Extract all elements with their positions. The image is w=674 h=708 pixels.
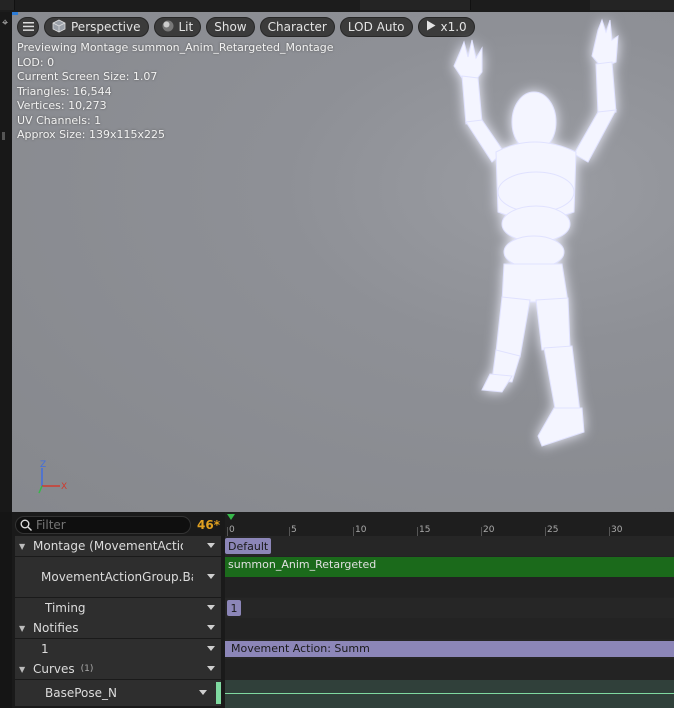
side-handle[interactable] bbox=[2, 132, 5, 140]
ruler-tick bbox=[609, 527, 610, 536]
curves-count: (1) bbox=[80, 664, 94, 674]
section-lane[interactable]: Default bbox=[225, 536, 674, 556]
ruler-tick bbox=[289, 527, 290, 536]
notifies-label: Notifies bbox=[33, 621, 79, 635]
ruler-label: 30 bbox=[611, 525, 623, 535]
dropdown-icon[interactable] bbox=[199, 690, 207, 695]
dropdown-icon[interactable] bbox=[207, 666, 215, 671]
playhead-marker-icon[interactable] bbox=[227, 514, 235, 520]
section-default[interactable]: Default bbox=[225, 538, 272, 554]
show-label: Show bbox=[214, 20, 247, 34]
ruler-label: 25 bbox=[547, 525, 559, 535]
perspective-label: Perspective bbox=[71, 20, 141, 34]
viewport[interactable]: Perspective Lit Show Character LOD Auto … bbox=[12, 12, 674, 512]
uv-channels-line: UV Channels: 1 bbox=[17, 113, 102, 127]
caret-icon[interactable]: ▼ bbox=[19, 542, 27, 551]
perspective-button[interactable]: Perspective bbox=[44, 17, 149, 37]
curves-section-row[interactable]: ▼ Curves (1) bbox=[15, 659, 221, 679]
montage-label: Montage (MovementActionGroup bbox=[33, 539, 183, 553]
lod-button[interactable]: LOD Auto bbox=[339, 17, 413, 37]
viewport-stats: Previewing Montage summon_Anim_Retargete… bbox=[17, 41, 334, 143]
character-button[interactable]: Character bbox=[259, 17, 335, 37]
timing-label: Timing bbox=[45, 601, 86, 615]
filter-input[interactable] bbox=[36, 518, 176, 532]
curve-row[interactable]: BasePose_N bbox=[15, 680, 221, 706]
pin-icon[interactable]: ⌖ bbox=[2, 16, 8, 30]
search-icon bbox=[20, 519, 32, 531]
curve-color-swatch[interactable] bbox=[216, 682, 221, 704]
caret-icon[interactable]: ▼ bbox=[19, 665, 27, 674]
z-axis-label: Z bbox=[40, 460, 46, 470]
dropdown-icon[interactable] bbox=[207, 646, 215, 651]
tab-strip-item[interactable] bbox=[360, 0, 471, 10]
top-tab-strip bbox=[0, 0, 674, 12]
montage-section-row[interactable]: ▼ Montage (MovementActionGroup bbox=[15, 536, 221, 556]
dropdown-icon[interactable] bbox=[207, 543, 215, 548]
axis-gizmo: Z X bbox=[38, 460, 67, 494]
caret-icon[interactable]: ▼ bbox=[19, 624, 27, 633]
character-label: Character bbox=[267, 20, 327, 34]
ruler-tick bbox=[417, 527, 418, 536]
approx-size-line: Approx Size: 139x115x225 bbox=[17, 128, 165, 141]
filter-box[interactable] bbox=[15, 516, 191, 534]
notify-track-lane[interactable]: Movement Action: Summ bbox=[225, 639, 674, 659]
screen-size-line: Current Screen Size: 1.07 bbox=[17, 70, 158, 83]
ruler-label: 0 bbox=[229, 525, 235, 535]
tab-strip-item[interactable] bbox=[590, 0, 674, 10]
ruler-tick bbox=[353, 527, 354, 536]
cube-icon bbox=[52, 19, 66, 36]
slot-lane[interactable]: summon_Anim_Retargeted bbox=[225, 557, 674, 597]
x-axis-label: X bbox=[61, 482, 67, 492]
tab-strip-item[interactable] bbox=[0, 0, 15, 10]
lit-label: Lit bbox=[178, 20, 194, 34]
viewport-toolbar: Perspective Lit Show Character LOD Auto … bbox=[17, 16, 475, 38]
timing-lane[interactable]: 1 bbox=[225, 598, 674, 618]
notifies-section-row[interactable]: ▼ Notifies bbox=[15, 618, 221, 638]
dropdown-icon[interactable] bbox=[207, 605, 215, 610]
menu-button[interactable] bbox=[17, 17, 39, 37]
ruler-tick bbox=[227, 527, 228, 536]
notify-event[interactable]: Movement Action: Summ bbox=[225, 641, 674, 657]
left-side-bar: ⌖ bbox=[0, 12, 12, 512]
curves-lane bbox=[225, 659, 674, 679]
time-ruler[interactable]: 0 5 10 15 20 25 30 bbox=[225, 512, 674, 536]
slot-label: MovementActionGroup.Base bbox=[41, 570, 193, 584]
curve-name: BasePose_N bbox=[45, 686, 117, 700]
slot-row[interactable]: MovementActionGroup.Base bbox=[15, 557, 221, 597]
sphere-icon bbox=[162, 20, 174, 35]
vertices-line: Vertices: 10,273 bbox=[17, 99, 107, 112]
ruler-label: 5 bbox=[291, 525, 297, 535]
anim-segment[interactable]: summon_Anim_Retargeted bbox=[225, 557, 674, 577]
preview-line: Previewing Montage summon_Anim_Retargete… bbox=[17, 41, 334, 54]
dropdown-icon[interactable] bbox=[207, 574, 215, 579]
montage-panel: 46* ▼ Montage (MovementActionGroup Movem… bbox=[12, 512, 674, 708]
lit-button[interactable]: Lit bbox=[153, 17, 202, 37]
ruler-tick bbox=[481, 527, 482, 536]
timing-marker[interactable]: 1 bbox=[227, 600, 241, 616]
curve-line[interactable] bbox=[225, 693, 674, 694]
triangles-line: Triangles: 16,544 bbox=[17, 84, 112, 98]
notify-track-row[interactable]: 1 bbox=[15, 639, 221, 659]
timing-row[interactable]: Timing bbox=[15, 598, 221, 618]
ruler-label: 15 bbox=[419, 525, 431, 535]
lod-label: LOD Auto bbox=[347, 20, 405, 34]
timeline-area[interactable]: 0 5 10 15 20 25 30 Default summon_Anim_R… bbox=[225, 512, 674, 708]
notifies-lane bbox=[225, 618, 674, 638]
mannequin-figure[interactable] bbox=[412, 12, 652, 472]
dropdown-icon[interactable] bbox=[207, 625, 215, 630]
ruler-tick bbox=[545, 527, 546, 536]
lod-line: LOD: 0 bbox=[17, 55, 55, 69]
curve-lane[interactable] bbox=[225, 680, 674, 708]
viewport-accent bbox=[12, 12, 18, 15]
menu-icon bbox=[22, 20, 34, 34]
track-count: 46* bbox=[197, 518, 220, 532]
notify-track-label: 1 bbox=[41, 642, 49, 656]
ruler-label: 20 bbox=[483, 525, 495, 535]
show-button[interactable]: Show bbox=[206, 17, 255, 37]
ruler-label: 10 bbox=[355, 525, 367, 535]
track-list: 46* ▼ Montage (MovementActionGroup Movem… bbox=[12, 512, 224, 708]
curves-label: Curves bbox=[33, 662, 75, 676]
